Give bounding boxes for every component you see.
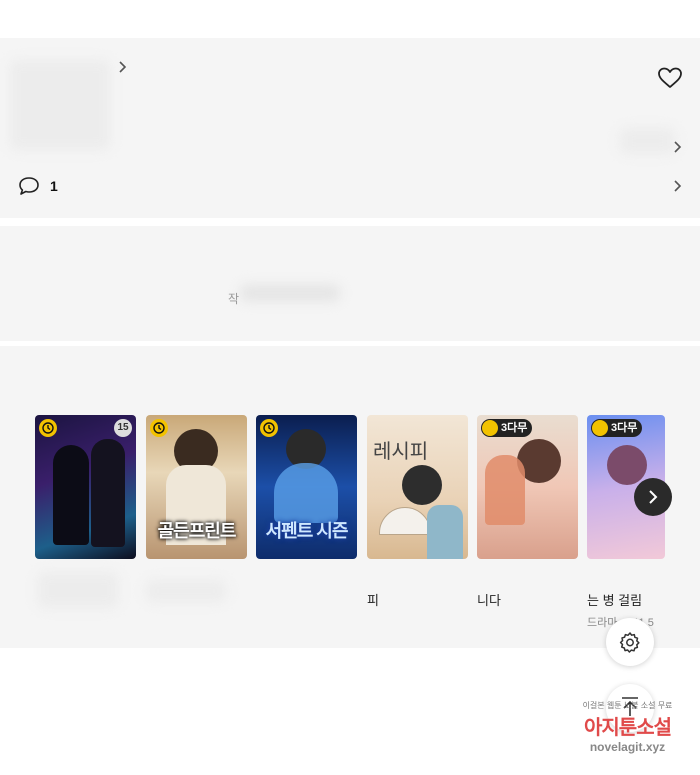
settings-button[interactable] (606, 618, 654, 666)
heart-icon[interactable] (657, 66, 683, 90)
recommendation-card[interactable]: 15 (35, 415, 136, 559)
cover-title: 레시피 (373, 441, 429, 463)
card-title[interactable]: 피 (367, 590, 379, 609)
clock-badge (39, 419, 57, 437)
recommendation-card[interactable]: 3다무 (477, 415, 578, 559)
watermark-url: novelagit.xyz (589, 740, 666, 754)
blurred-caption (38, 572, 118, 608)
description-text: 작 (228, 292, 240, 306)
clock-icon (153, 422, 165, 434)
blurred-description (240, 285, 340, 301)
comment-count[interactable]: 1 (50, 178, 58, 194)
carousel-next-button[interactable] (634, 478, 672, 516)
comment-icon[interactable] (18, 176, 40, 196)
chevron-right-icon[interactable] (116, 60, 130, 74)
free-badge-label: 3다무 (611, 422, 638, 434)
chevron-right-icon[interactable] (672, 179, 684, 193)
watermark: 이걸본 웹툰 노블 소설 무료 아지툰소설 novelagit.xyz (570, 700, 685, 754)
recommendation-card[interactable]: 서펜트 시즌 (256, 415, 357, 559)
recommendation-card[interactable]: 골든프린트 (146, 415, 247, 559)
watermark-brand: 아지툰소설 (584, 717, 672, 739)
description-section (0, 226, 700, 341)
free-badge: 3다무 (591, 419, 643, 437)
clock-badge (150, 419, 168, 437)
blurred-caption (146, 580, 226, 602)
cover-title: 서펜트 시즌 (265, 521, 349, 541)
gear-icon (619, 632, 640, 653)
chevron-right-icon (649, 490, 658, 504)
free-badge-label: 3다무 (501, 422, 528, 434)
card-title[interactable]: 는 병 걸림 (587, 590, 642, 609)
clock-icon (42, 422, 54, 434)
card-title[interactable]: 니다 (477, 590, 501, 609)
clock-badge (260, 419, 278, 437)
age-rating-badge: 15 (114, 419, 132, 437)
free-badge: 3다무 (481, 419, 533, 437)
recommendation-card[interactable]: 레시피 (367, 415, 468, 559)
watermark-tagline: 이걸본 웹툰 노블 소설 무료 (582, 701, 673, 710)
chevron-right-icon[interactable] (672, 140, 684, 154)
clock-icon (263, 422, 275, 434)
cover-title: 골든프린트 (157, 521, 237, 541)
blurred-meta-block (620, 128, 675, 154)
blurred-author-block (10, 60, 110, 150)
